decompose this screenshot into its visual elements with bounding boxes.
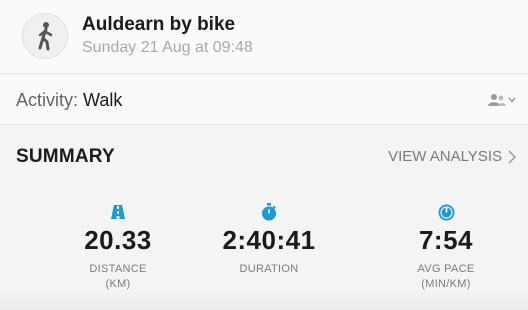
activity-type-text: Activity: Walk: [16, 90, 122, 111]
stopwatch-icon: [194, 202, 344, 222]
stat-avg-pace: 7:54 AVG PACE (MIN/KM): [371, 202, 521, 292]
duration-label: DURATION: [194, 262, 344, 277]
distance-label-unit: (KM): [105, 278, 131, 290]
people-icon: [488, 94, 506, 106]
chevron-down-icon: [508, 97, 516, 103]
distance-label-name: DISTANCE: [89, 263, 147, 275]
activity-header: Auldearn by bike Sunday 21 Aug at 09:48: [0, 0, 528, 74]
summary-heading: SUMMARY: [16, 146, 115, 167]
activity-title[interactable]: Auldearn by bike: [82, 14, 235, 36]
view-analysis-label: VIEW ANALYSIS: [388, 148, 502, 165]
activity-type-badge: [22, 13, 68, 59]
pace-gauge-icon: [371, 202, 521, 222]
activity-type-label: Activity:: [16, 90, 79, 110]
chevron-right-icon: [508, 149, 516, 164]
pace-label: AVG PACE (MIN/KM): [371, 262, 521, 292]
pace-value: 7:54: [418, 225, 474, 255]
distance-value: 20.33: [84, 225, 152, 255]
stat-duration: 2:40:41 DURATION: [194, 202, 344, 277]
activity-type-row[interactable]: Activity: Walk: [0, 75, 528, 125]
duration-label-name: DURATION: [239, 263, 299, 275]
visibility-button[interactable]: [488, 90, 518, 110]
activity-datetime: Sunday 21 Aug at 09:48: [82, 39, 253, 56]
pace-label-unit: (MIN/KM): [421, 278, 471, 290]
view-analysis-link[interactable]: VIEW ANALYSIS: [388, 148, 516, 165]
activity-type-value: Walk: [83, 90, 123, 110]
walk-icon: [38, 22, 53, 51]
pace-label-name: AVG PACE: [417, 263, 475, 275]
stat-distance: 20.33 DISTANCE (KM): [43, 202, 193, 292]
distance-label: DISTANCE (KM): [43, 262, 193, 292]
duration-value: 2:40:41: [222, 225, 316, 255]
distance-road-icon: [43, 202, 193, 222]
summary-section: SUMMARY VIEW ANALYSIS 20.33 DISTANCE (KM…: [0, 126, 528, 310]
